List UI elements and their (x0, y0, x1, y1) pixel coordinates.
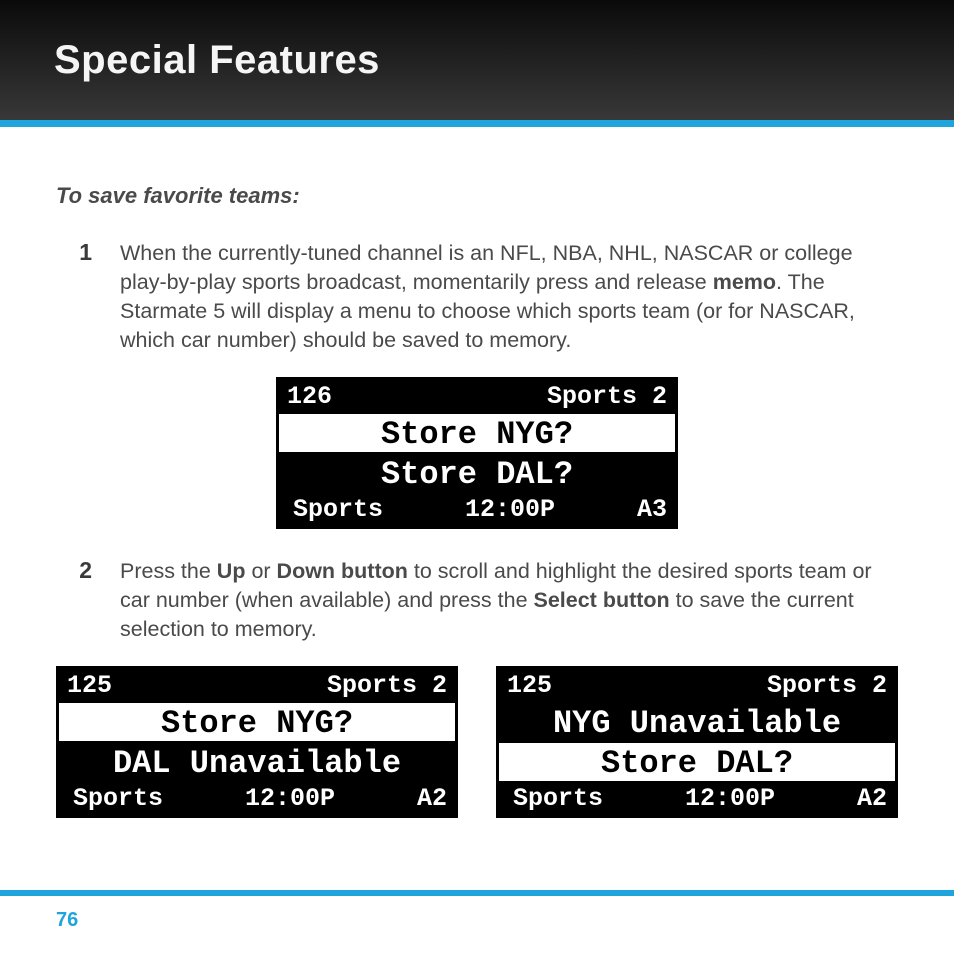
lcd-signal-group: Sports (287, 495, 383, 524)
lcd-line-2: Store DAL? (279, 452, 675, 492)
lcd-bottom-bar: Sports 12:00P A2 (499, 781, 895, 815)
lcd-line-2: DAL Unavailable (59, 741, 455, 781)
lcd-time: 12:00P (169, 784, 411, 813)
lcd-preset: A2 (857, 784, 887, 813)
lcd-channel-name: Sports 2 (547, 382, 667, 411)
lcd-category: Sports (513, 784, 603, 813)
lcd-channel-number: 126 (287, 382, 332, 411)
lcd-line-1: NYG Unavailable (499, 701, 895, 741)
lcd-bottom-bar: Sports 12:00P A3 (279, 492, 675, 526)
step-2: 2 Press the Up or Down button to scroll … (56, 557, 898, 644)
steps-list: 1 When the currently-tuned channel is an… (56, 239, 898, 644)
lcd-display: 126 Sports 2 Store NYG? Store DAL? Sport… (276, 377, 678, 529)
lcd-line-1: Store NYG? (279, 412, 675, 452)
lcd-signal-group: Sports (507, 784, 603, 813)
lcd-display-right: 125 Sports 2 NYG Unavailable Store DAL? … (496, 666, 898, 818)
section-subhead: To save favorite teams: (56, 183, 898, 209)
lcd-channel-name: Sports 2 (767, 671, 887, 700)
page-title: Special Features (54, 38, 380, 83)
step-number: 2 (56, 557, 120, 644)
step-text: When the currently-tuned channel is an N… (120, 239, 898, 355)
lcd-signal-group: Sports (67, 784, 163, 813)
step-1: 1 When the currently-tuned channel is an… (56, 239, 898, 355)
content-area: To save favorite teams: 1 When the curre… (0, 127, 954, 818)
header-divider (0, 120, 954, 127)
footer-divider (0, 890, 954, 896)
lcd-channel-number: 125 (507, 671, 552, 700)
lcd-screenshot-main: 126 Sports 2 Store NYG? Store DAL? Sport… (56, 377, 898, 529)
lcd-channel-name: Sports 2 (327, 671, 447, 700)
lcd-time: 12:00P (609, 784, 851, 813)
lcd-category: Sports (73, 784, 163, 813)
header-band: Special Features (0, 0, 954, 120)
lcd-time: 12:00P (389, 495, 631, 524)
lcd-top-bar: 125 Sports 2 (59, 669, 455, 701)
lcd-display-left: 125 Sports 2 Store NYG? DAL Unavailable … (56, 666, 458, 818)
lcd-row: 125 Sports 2 Store NYG? DAL Unavailable … (56, 666, 898, 818)
lcd-category: Sports (293, 495, 383, 524)
lcd-top-bar: 126 Sports 2 (279, 380, 675, 412)
page-number: 76 (56, 909, 78, 932)
lcd-preset: A3 (637, 495, 667, 524)
lcd-bottom-bar: Sports 12:00P A2 (59, 781, 455, 815)
lcd-preset: A2 (417, 784, 447, 813)
lcd-channel-number: 125 (67, 671, 112, 700)
lcd-top-bar: 125 Sports 2 (499, 669, 895, 701)
step-number: 1 (56, 239, 120, 355)
step-text: Press the Up or Down button to scroll an… (120, 557, 898, 644)
lcd-line-2: Store DAL? (499, 741, 895, 781)
lcd-line-1: Store NYG? (59, 701, 455, 741)
